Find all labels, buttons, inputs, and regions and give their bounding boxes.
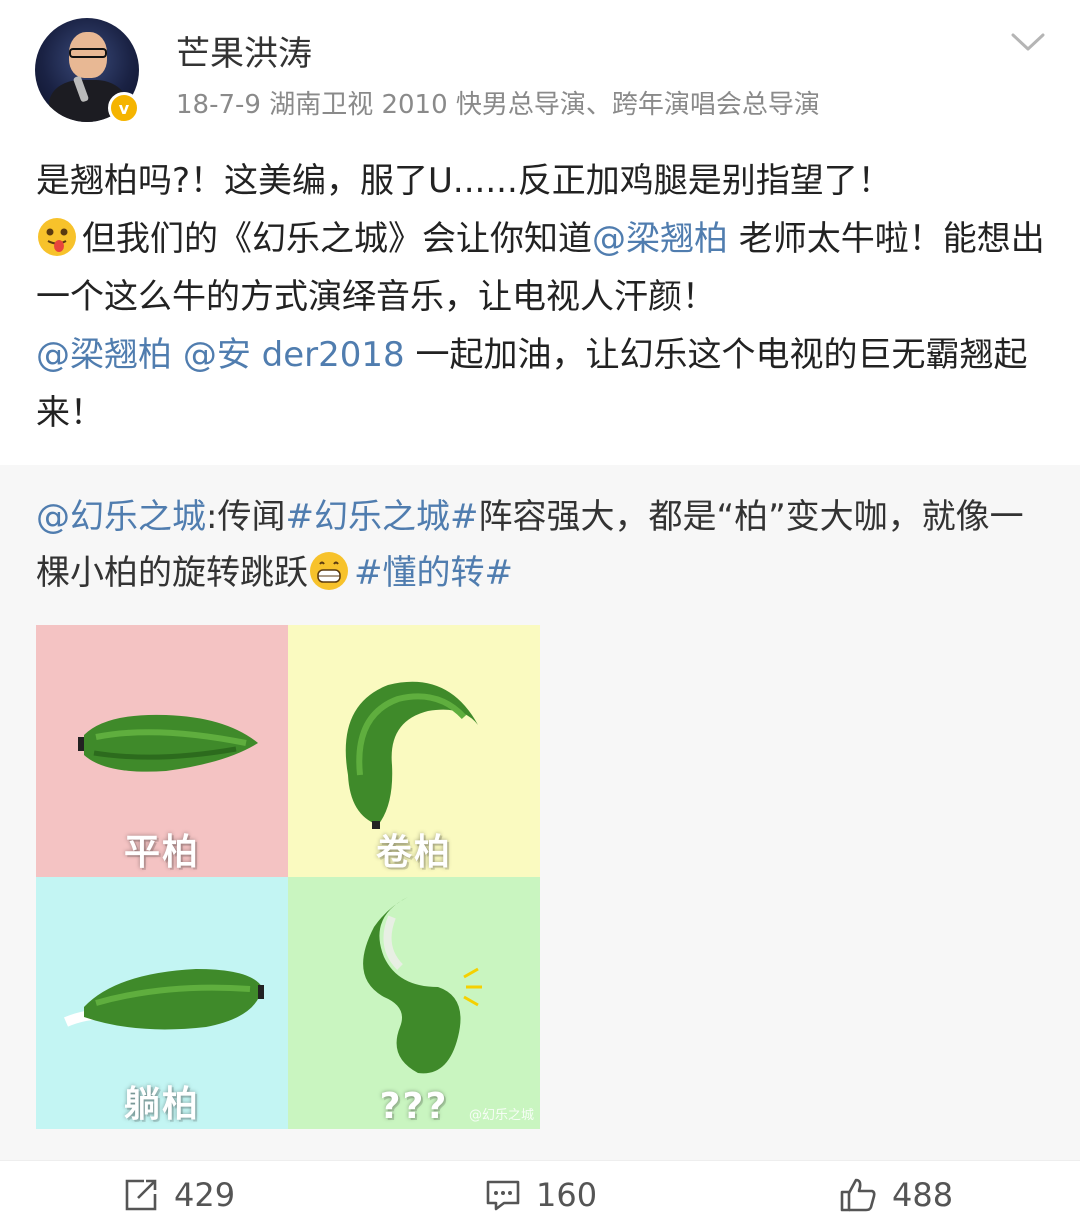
like-count: 488 [892, 1176, 954, 1214]
share-icon [125, 1179, 157, 1211]
tongue-face-emoji-icon [38, 218, 76, 256]
post-text-segment: 但我们的《幻乐之城》会让你知道 [82, 219, 592, 259]
repost-button[interactable]: 429 [122, 1173, 235, 1217]
action-bar: 429 160 488 [0, 1160, 1080, 1225]
username[interactable]: 芒果洪涛 [176, 26, 312, 75]
image-cell-unknown[interactable]: ??? @幻乐之城 [288, 877, 540, 1129]
chevron-down-icon[interactable] [1010, 30, 1046, 54]
comment-button[interactable]: 160 [484, 1173, 597, 1217]
post-text-segment: 是翘柏吗?！这美编，服了U......反正加鸡腿是别指望了！ [36, 161, 892, 201]
image-grid[interactable]: 平柏 卷柏 躺柏 ??? @幻乐之城 [36, 625, 541, 1130]
post-meta: 18-7-9 湖南卫视 2010 快男总导演、跨年演唱会总导演 [176, 90, 820, 120]
grinning-face-emoji-icon [310, 552, 348, 590]
verified-badge-icon: v [108, 92, 140, 124]
thumbs-up-icon [840, 1178, 876, 1212]
repost-count: 429 [174, 1176, 236, 1214]
cell-label: 平柏 [123, 832, 200, 873]
mention-link[interactable]: @幻乐之城 [36, 497, 206, 537]
mention-link[interactable]: @梁翘柏 [592, 219, 728, 259]
image-cell-curl[interactable]: 卷柏 [288, 625, 540, 877]
hashtag-link[interactable]: #幻乐之城# [285, 497, 478, 537]
mention-link[interactable]: @梁翘柏 [36, 335, 172, 375]
image-watermark: @幻乐之城 [468, 1108, 534, 1123]
reposted-content[interactable]: @幻乐之城:传闻#幻乐之城#阵容强大，都是“柏”变大咖，就像一棵小柏的旋转跳跃 … [0, 465, 1080, 1160]
cell-label: 躺柏 [123, 1084, 200, 1125]
post-header: v 芒果洪涛 18-7-9 湖南卫视 2010 快男总导演、跨年演唱会总导演 [0, 0, 1080, 135]
post-text: 是翘柏吗?！这美编，服了U......反正加鸡腿是别指望了！ 但我们的《幻乐之城… [36, 152, 1046, 442]
repost-text-segment: :传闻 [206, 497, 286, 537]
image-cell-flat[interactable]: 平柏 [36, 625, 288, 877]
like-button[interactable]: 488 [838, 1173, 953, 1217]
cell-label: 卷柏 [375, 832, 452, 873]
comment-icon [486, 1180, 520, 1211]
repost-text: @幻乐之城:传闻#幻乐之城#阵容强大，都是“柏”变大咖，就像一棵小柏的旋转跳跃 … [36, 489, 1046, 601]
image-cell-lying[interactable]: 躺柏 [36, 877, 288, 1129]
mention-link[interactable]: @安 der2018 [183, 335, 405, 375]
comment-count: 160 [536, 1176, 598, 1214]
hashtag-link[interactable]: #懂的转# [354, 553, 513, 593]
